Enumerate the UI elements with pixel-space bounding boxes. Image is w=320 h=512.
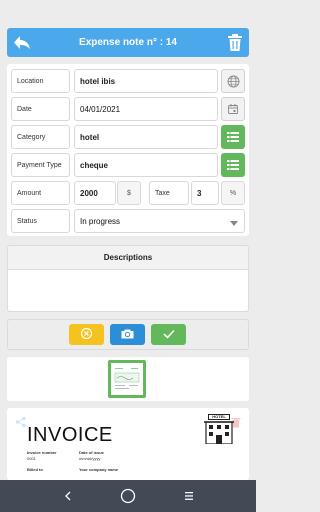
cancel-icon [80, 327, 93, 341]
invoice-number-value: 0001 [27, 456, 36, 461]
nav-recents-icon[interactable] [181, 488, 197, 504]
category-row: Category hotel [11, 125, 245, 149]
payment-list-icon[interactable] [221, 153, 245, 177]
action-bar [7, 319, 249, 350]
percent-unit: % [221, 181, 245, 205]
nav-home-icon[interactable] [120, 488, 136, 504]
invoice-title: INVOICE [27, 424, 113, 446]
globe-icon[interactable] [221, 69, 245, 93]
category-list-icon[interactable] [221, 125, 245, 149]
receipt-thumbnail[interactable] [108, 360, 146, 398]
camera-button[interactable] [110, 324, 145, 345]
tax-label: Taxe [149, 181, 189, 205]
calendar-icon[interactable] [221, 97, 245, 121]
company-name-label: Your company name [79, 467, 119, 472]
status-row: Status In progress [11, 209, 245, 233]
billed-to-label: Billed to [27, 467, 43, 472]
date-row: Date 04/01/2021 [11, 97, 245, 121]
system-nav-bar [0, 480, 256, 512]
status-value: In progress [80, 216, 121, 226]
payment-row: Payment Type cheque [11, 153, 245, 177]
payment-label: Payment Type [11, 153, 70, 177]
cancel-button[interactable] [69, 324, 104, 345]
status-label: Status [11, 209, 70, 233]
page-title: Expense note n° : 14 [79, 37, 177, 48]
location-field[interactable]: hotel ibis [74, 69, 218, 93]
invoice-preview: INVOICE Invoice number 0001 Date of issu… [7, 408, 249, 480]
amount-label: Amount [11, 181, 70, 205]
invoice-date-value: mm/dd/yyyy [79, 456, 101, 461]
amount-field[interactable]: 2000 [74, 181, 116, 205]
currency-unit: $ [117, 181, 141, 205]
invoice-date-label: Date of issue [79, 450, 104, 455]
camera-icon [121, 328, 134, 341]
date-field[interactable]: 04/01/2021 [74, 97, 218, 121]
category-field[interactable]: hotel [74, 125, 218, 149]
category-label: Category [11, 125, 70, 149]
nav-back-icon[interactable] [60, 488, 76, 504]
amount-row: Amount 2000 $ Taxe 3 % [11, 181, 245, 205]
check-icon [162, 329, 175, 341]
confirm-button[interactable] [151, 324, 186, 345]
location-row: Location hotel ibis [11, 69, 245, 93]
hotel-building-icon: HOTEL [204, 414, 234, 444]
attachments-strip [7, 357, 249, 401]
date-label: Date [11, 97, 70, 121]
status-select[interactable]: In progress [74, 209, 245, 233]
app-header: Expense note n° : 14 [7, 28, 249, 57]
payment-field[interactable]: cheque [74, 153, 218, 177]
back-arrow-icon[interactable] [12, 33, 32, 52]
invoice-number-label: Invoice number [27, 450, 57, 455]
trash-icon[interactable] [227, 33, 243, 52]
descriptions-textarea[interactable] [7, 270, 249, 312]
tax-field[interactable]: 3 [191, 181, 219, 205]
descriptions-header: Descriptions [7, 245, 249, 270]
dropdown-caret-icon [230, 219, 238, 228]
location-label: Location [11, 69, 70, 93]
expense-form: Location hotel ibis Date 04/01/2021 Cate… [7, 64, 249, 236]
share-icon[interactable] [15, 416, 27, 430]
